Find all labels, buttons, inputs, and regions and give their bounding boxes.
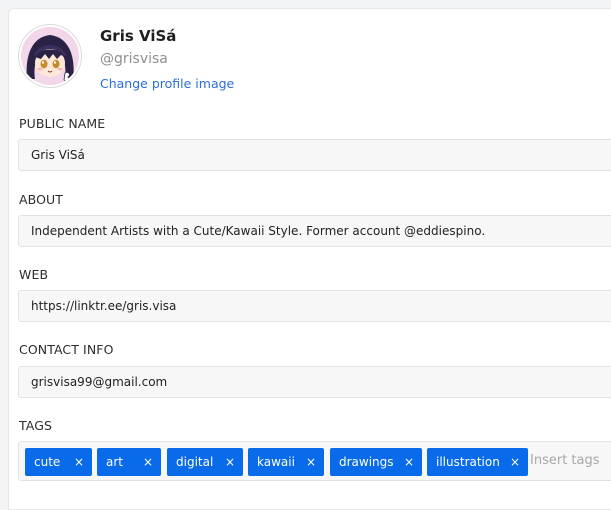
profile-settings-card: Gris ViSá @grisvisa Change profile image… <box>8 8 611 510</box>
close-icon[interactable]: × <box>510 448 520 476</box>
close-icon[interactable]: × <box>74 448 84 476</box>
close-icon[interactable]: × <box>306 448 316 476</box>
profile-name: Gris ViSá <box>100 27 177 45</box>
avatar-illustration <box>21 27 79 85</box>
tag-input-placeholder[interactable]: Insert tags <box>530 453 600 468</box>
tags-input-box[interactable]: cute × art × digital × kawaii × drawings… <box>18 441 611 481</box>
contact-info-input[interactable]: grisvisa99@gmail.com <box>18 366 611 398</box>
tag-chip[interactable]: art × <box>97 448 161 476</box>
profile-handle: @grisvisa <box>100 51 168 67</box>
tag-chip[interactable]: kawaii × <box>248 448 324 476</box>
tag-label: art <box>106 455 123 469</box>
public-name-label: PUBLIC NAME <box>19 116 106 131</box>
tag-chip[interactable]: digital × <box>167 448 243 476</box>
tag-label: kawaii <box>257 455 295 469</box>
contact-info-label: CONTACT INFO <box>19 342 114 357</box>
about-label: ABOUT <box>19 192 64 207</box>
close-icon[interactable]: × <box>143 448 153 476</box>
web-input[interactable]: https://linktr.ee/gris.visa <box>18 290 611 322</box>
tag-chip[interactable]: drawings × <box>330 448 422 476</box>
change-profile-image-link[interactable]: Change profile image <box>100 76 234 91</box>
tag-chip[interactable]: illustration × <box>427 448 528 476</box>
tag-label: illustration <box>436 455 500 469</box>
close-icon[interactable]: × <box>225 448 235 476</box>
tag-chip[interactable]: cute × <box>25 448 92 476</box>
close-icon[interactable]: × <box>404 448 414 476</box>
tag-label: cute <box>34 455 61 469</box>
web-label: WEB <box>19 267 49 282</box>
tag-label: drawings <box>339 455 394 469</box>
avatar[interactable] <box>19 25 81 87</box>
tag-label: digital <box>176 455 214 469</box>
tags-label: TAGS <box>19 418 53 433</box>
about-input[interactable]: Independent Artists with a Cute/Kawaii S… <box>18 215 611 247</box>
public-name-input[interactable]: Gris ViSá <box>18 139 611 171</box>
